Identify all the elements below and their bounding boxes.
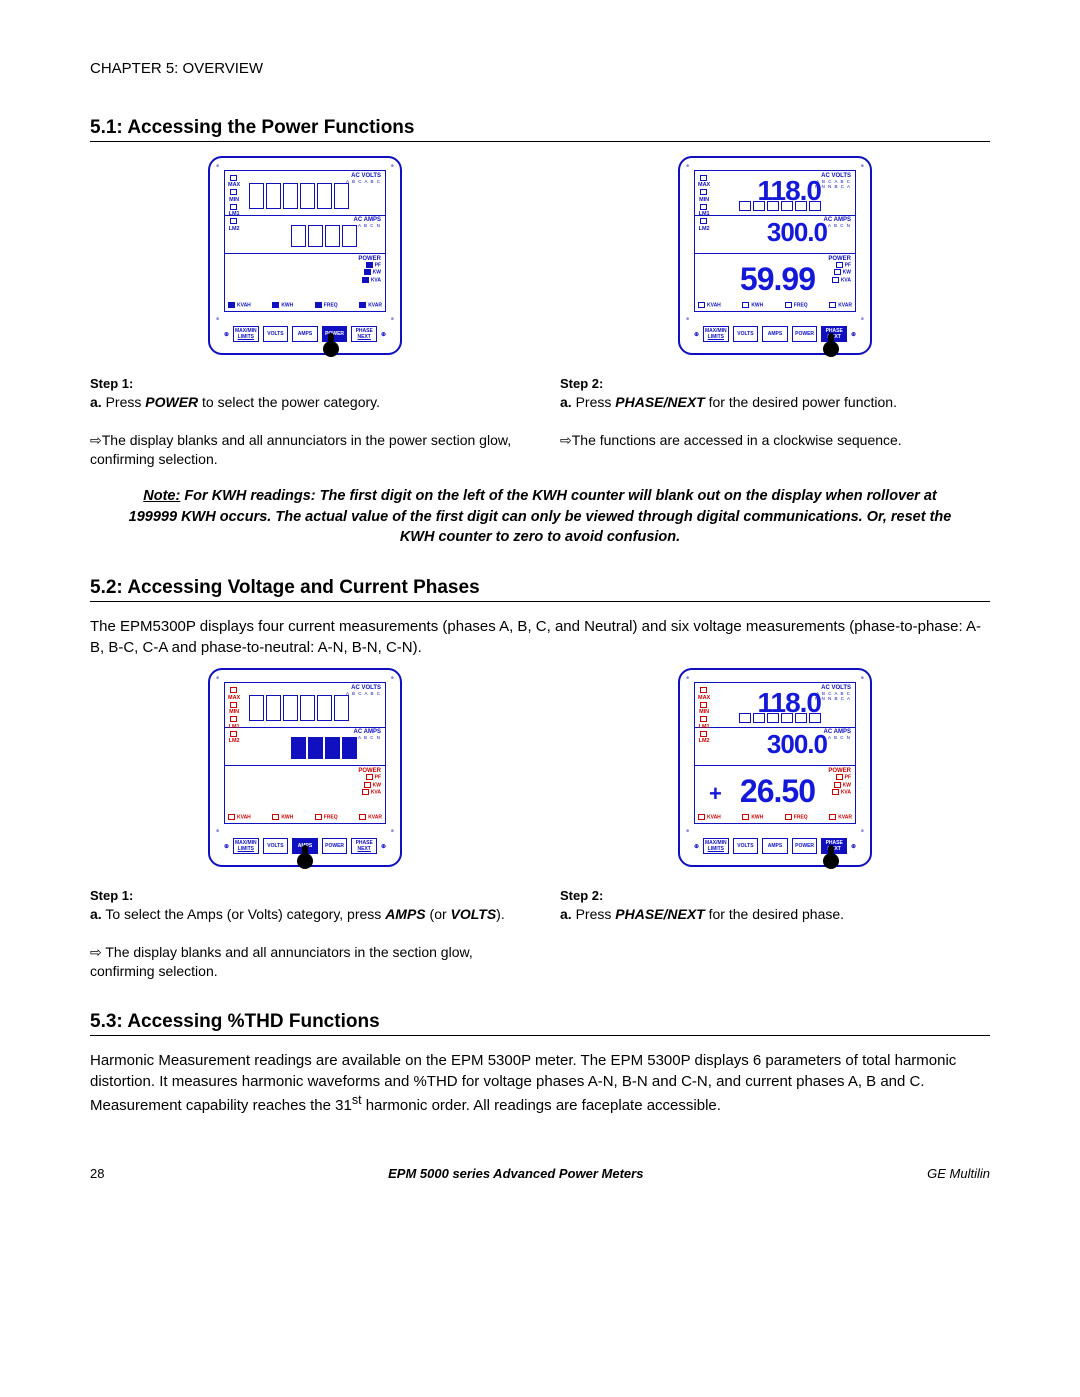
finger-icon [822, 847, 840, 871]
footer-brand: GE Multilin [927, 1166, 990, 1181]
btn-maxmin[interactable]: MAX/MINLIMITS [233, 838, 259, 854]
btn-power[interactable]: POWER [792, 838, 818, 854]
step2-result: ⇨The functions are accessed in a clockwi… [560, 432, 902, 448]
meter-blank-power: ⊕⊕⊕⊕ MAX MIN LM1 LM2 AC VOLTSA B C A B C [208, 156, 402, 355]
finger-icon [296, 847, 314, 871]
step2-label-52: Step 2: [560, 888, 603, 903]
btn-volts[interactable]: VOLTS [733, 326, 759, 342]
btn-phase[interactable]: PHASENEXT [351, 838, 377, 854]
btn-maxmin[interactable]: MAX/MINLIMITS [703, 326, 729, 342]
meter-power-reading: ⊕⊕⊕⊕ MAX MIN LM1 LM2 AC VOLTSA B C A B C… [678, 156, 872, 355]
btn-power[interactable]: POWER [792, 326, 818, 342]
section-5-3-title: 5.3: Accessing %THD Functions [90, 1011, 990, 1036]
btn-power[interactable]: POWER [322, 838, 348, 854]
btn-volts[interactable]: VOLTS [263, 838, 289, 854]
btn-volts[interactable]: VOLTS [263, 326, 289, 342]
section-5-2-title: 5.2: Accessing Voltage and Current Phase… [90, 577, 990, 602]
finger-icon [322, 335, 340, 359]
step2-label: Step 2: [560, 376, 603, 391]
reading-power: 59.99 [740, 263, 815, 295]
section-5-1-figures: ⊕⊕⊕⊕ MAX MIN LM1 LM2 AC VOLTSA B C A B C [90, 156, 990, 468]
meter-phase-reading: ⊕⊕⊕⊕ MAX MIN LM1 LM2 AC VOLTSA B C A B C… [678, 668, 872, 867]
btn-amps[interactable]: AMPS [292, 326, 318, 342]
step1-result: ⇨The display blanks and all annunciators… [90, 432, 511, 467]
chapter-heading: CHAPTER 5: OVERVIEW [90, 60, 990, 77]
reading-power: 26.50 [740, 775, 815, 807]
section-5-2-intro: The EPM5300P displays four current measu… [90, 616, 990, 658]
plus-sign: + [709, 781, 722, 807]
step1-label: Step 1: [90, 376, 133, 391]
finger-icon [822, 335, 840, 359]
reading-amps: 300.0 [767, 731, 827, 757]
btn-amps[interactable]: AMPS [762, 326, 788, 342]
page-footer: 28 EPM 5000 series Advanced Power Meters… [90, 1166, 990, 1181]
reading-amps: 300.0 [767, 219, 827, 245]
section-5-1-title: 5.1: Accessing the Power Functions [90, 117, 990, 142]
btn-maxmin[interactable]: MAX/MINLIMITS [233, 326, 259, 342]
footer-title: EPM 5000 series Advanced Power Meters [388, 1166, 643, 1181]
kwh-note: Note: For KWH readings: The first digit … [120, 486, 960, 547]
section-5-3-body: Harmonic Measurement readings are availa… [90, 1050, 990, 1116]
page-number: 28 [90, 1166, 104, 1181]
btn-amps[interactable]: AMPS [762, 838, 788, 854]
btn-phase[interactable]: PHASENEXT [351, 326, 377, 342]
btn-volts[interactable]: VOLTS [733, 838, 759, 854]
step1-result-52: ⇨ The display blanks and all annunciator… [90, 944, 473, 979]
meter-blank-amps: ⊕⊕⊕⊕ MAX MIN LM1 LM2 AC VOLTSA B C A B C [208, 668, 402, 867]
section-5-2-figures: ⊕⊕⊕⊕ MAX MIN LM1 LM2 AC VOLTSA B C A B C [90, 668, 990, 980]
btn-maxmin[interactable]: MAX/MINLIMITS [703, 838, 729, 854]
step1-label-52: Step 1: [90, 888, 133, 903]
